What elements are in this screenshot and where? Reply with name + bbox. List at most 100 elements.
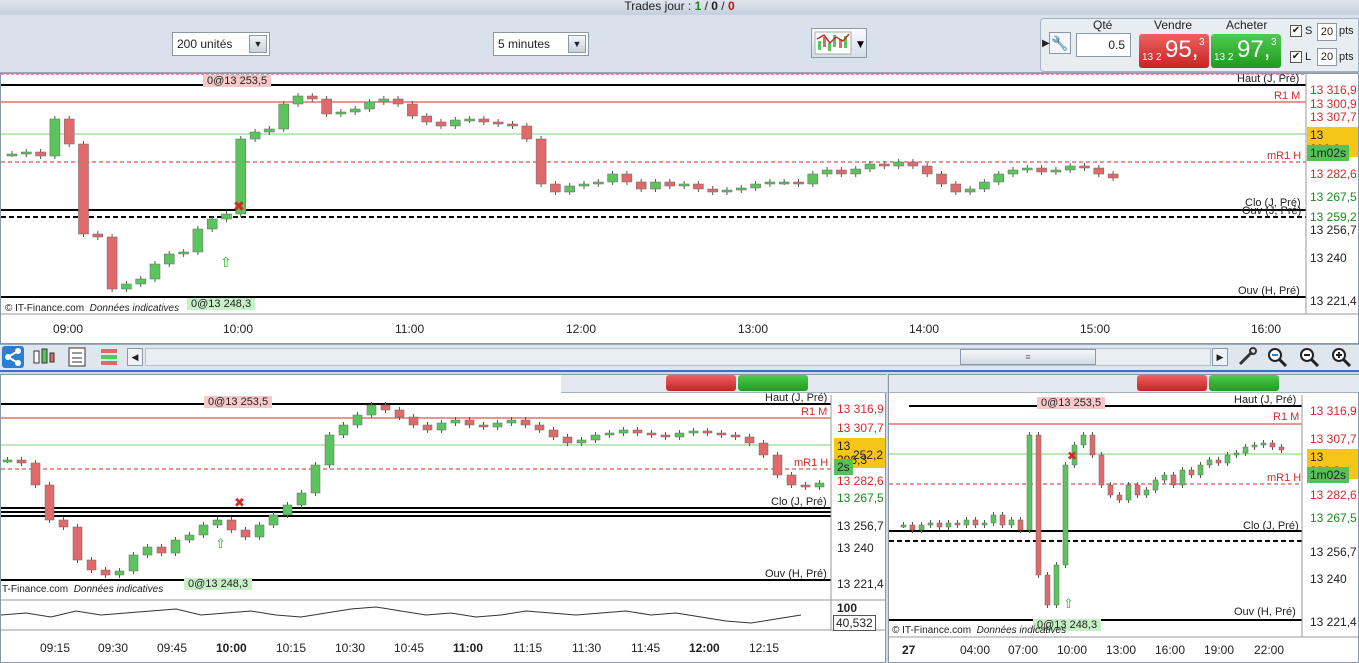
zoom-fit-icon[interactable]: [1266, 346, 1288, 368]
candle: [128, 554, 139, 572]
candle: [972, 519, 979, 526]
qty-label: Qté: [1093, 18, 1113, 32]
sell-button[interactable]: 13 2 95, 3: [1139, 34, 1209, 68]
candle: [394, 409, 405, 418]
price-label: 13 282,6: [1310, 167, 1357, 181]
left-chart-svg: [1, 395, 885, 631]
candle: [254, 524, 265, 538]
level-r1m: R1 M: [1274, 90, 1301, 102]
level-ouv-h: Ouv (H, Pré): [765, 568, 827, 580]
level-ouv-h: Ouv (H, Pré): [1238, 285, 1300, 297]
candle: [86, 559, 97, 571]
price-label: 13 267,5: [1310, 190, 1357, 204]
level-mr1h: mR1 H: [1267, 150, 1302, 162]
candle: [1044, 574, 1051, 606]
time-label: 10:00: [223, 322, 254, 336]
zoom-out-icon[interactable]: [1298, 346, 1320, 368]
candle: [678, 183, 690, 187]
order-bottom-tag[interactable]: 0@13 248,3: [187, 298, 256, 310]
candle: [736, 187, 747, 191]
candle: [1143, 489, 1150, 496]
trades-neutral: 0: [711, 0, 718, 13]
limit-pts-input[interactable]: 20: [1317, 48, 1337, 66]
trades-lost: 0: [727, 0, 735, 13]
time-label: 12:15: [749, 641, 780, 655]
scroll-left-icon[interactable]: ◀: [127, 348, 143, 366]
order-book-icon[interactable]: [98, 346, 120, 368]
candle: [590, 434, 601, 441]
candle: [807, 173, 819, 185]
limit-pts-label: pts: [1339, 51, 1354, 63]
price-label: 13 316,9: [1310, 404, 1357, 418]
close-marker-icon: ✖: [234, 495, 245, 510]
price-label: 13 256,7: [1310, 223, 1357, 237]
candle: [921, 165, 933, 175]
candle: [364, 101, 375, 110]
candle: [945, 522, 952, 528]
candle: [730, 434, 741, 438]
settings-wrench-icon[interactable]: 🔧: [1049, 32, 1071, 54]
candle: [292, 95, 304, 105]
candle: [604, 432, 615, 436]
candle: [548, 429, 559, 438]
right-chart[interactable]: 0@13 253,5 0@13 248,3 ⇧ ✖ Haut (J, Pré) …: [888, 374, 1359, 663]
candle: [226, 519, 237, 531]
candle: [660, 434, 671, 438]
candle: [422, 424, 433, 431]
level-mr1h: mR1 H: [1267, 472, 1302, 484]
candle: [240, 529, 251, 538]
candle: [1080, 434, 1087, 446]
order-top-tag[interactable]: 0@13 253,5: [1037, 397, 1106, 409]
scroll-right-icon[interactable]: ▶: [1212, 348, 1228, 366]
chart-type-icon[interactable]: ▼: [811, 28, 867, 58]
indicators-icon[interactable]: [31, 346, 55, 368]
copyright-label: T-Finance.com Données indicatives: [2, 584, 164, 595]
candle: [1107, 173, 1119, 179]
level-clo: Clo (J, Pré): [771, 496, 827, 508]
time-label: 11:00: [395, 322, 425, 336]
candle: [450, 119, 461, 127]
calculator-icon[interactable]: [66, 346, 88, 368]
buy-arrow-icon: ⇧: [215, 536, 226, 551]
stop-pts-input[interactable]: 20: [1317, 23, 1337, 41]
left-chart[interactable]: 0@13 253,5 0@13 248,3 ⇧ ✖ Haut (J, Pré) …: [0, 374, 887, 663]
stop-checkbox[interactable]: ✔: [1290, 25, 1302, 37]
scroll-thumb[interactable]: ≡: [960, 349, 1096, 365]
order-top-tag[interactable]: 0@13 253,5: [203, 75, 272, 87]
sell-label: Vendre: [1154, 18, 1193, 32]
candle: [535, 138, 547, 185]
candle: [278, 103, 289, 130]
time-label: 13:00: [1106, 643, 1137, 657]
candle: [324, 434, 335, 466]
tools-icon[interactable]: [1236, 346, 1258, 368]
candle: [1251, 444, 1258, 448]
candle: [1197, 464, 1204, 476]
time-label: 10:45: [394, 641, 425, 655]
main-chart[interactable]: 0@13 253,5 0@13 248,3 ⇧ ✖ Haut (J, Pré) …: [0, 73, 1359, 344]
candle: [435, 121, 447, 127]
candle: [1134, 484, 1141, 496]
interval-select[interactable]: 5 minutes ▼: [493, 32, 589, 56]
price-label: 13 240: [1310, 572, 1347, 586]
price-label: 13 267,5: [1310, 511, 1357, 525]
limit-checkbox[interactable]: ✔: [1290, 51, 1302, 63]
order-top-tag[interactable]: 0@13 253,5: [204, 396, 273, 408]
candle: [1064, 165, 1076, 171]
close-marker-icon: ✖: [233, 198, 245, 214]
buy-button[interactable]: 13 2 97, 3: [1211, 34, 1281, 68]
units-select[interactable]: 200 unités ▼: [172, 32, 270, 56]
chevron-down-icon: ▼: [249, 35, 267, 53]
candle: [927, 522, 934, 526]
qty-input[interactable]: 0.5: [1076, 33, 1131, 57]
order-bottom-tag[interactable]: 0@13 248,3: [184, 578, 253, 590]
level-clo: Clo (J, Pré): [1243, 520, 1299, 532]
price-label: 13 256,7: [1310, 545, 1357, 559]
candle: [800, 484, 811, 488]
price-label: 13 316,9: [837, 402, 884, 416]
candle: [184, 534, 195, 541]
share-icon[interactable]: [2, 346, 24, 368]
zoom-in-icon[interactable]: [1330, 346, 1352, 368]
time-label: 11:45: [631, 641, 661, 655]
candle: [702, 430, 713, 434]
candle: [1161, 474, 1168, 481]
